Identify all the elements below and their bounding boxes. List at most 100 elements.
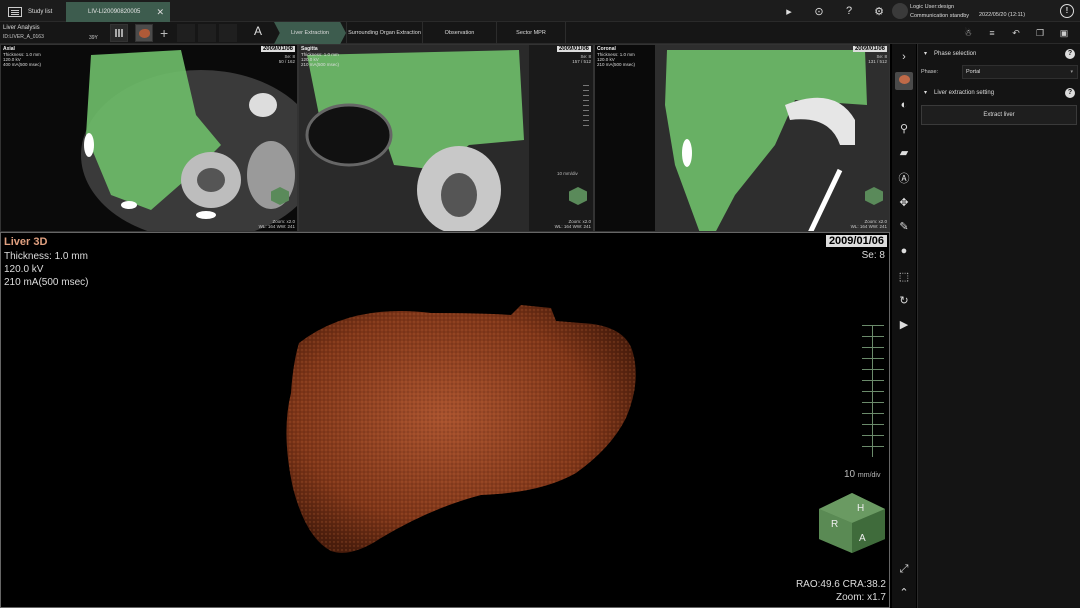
thickness: Thickness: 1.0 mm xyxy=(4,251,88,262)
gear-icon[interactable]: ⚙ xyxy=(872,4,886,18)
move-icon[interactable]: ✥ xyxy=(895,194,913,212)
phase-select[interactable]: Portal xyxy=(962,65,1078,79)
close-icon[interactable]: ✕ xyxy=(156,7,164,18)
cube-label-top: H xyxy=(857,503,865,514)
section-title: Liver extraction setting xyxy=(934,90,995,96)
view-angle: RAO:49.6 CRA:38.2 xyxy=(795,579,886,590)
empty-slot[interactable] xyxy=(177,24,195,42)
extract-liver-button[interactable]: Extract liver xyxy=(921,105,1077,125)
toolbar: Liver Analysis ID:LIVER_A_0163 39Y + A L… xyxy=(0,22,1080,44)
study-list-icon xyxy=(8,7,22,17)
zoom: Zoom: x1.7 xyxy=(835,592,886,603)
camera-icon[interactable]: ⊙ xyxy=(812,4,826,18)
tab-patient[interactable]: LIV-LI20090820005 ✕ xyxy=(66,2,170,22)
settings-panel: Phase selection ? Phase: Portal Liver ex… xyxy=(917,44,1080,608)
contrast-icon[interactable]: ◐ xyxy=(895,96,913,114)
coronal-view[interactable]: Coronal Thickness: 1.0 mm 120.0 kV 210 m… xyxy=(594,44,890,232)
scale-unit: mm/div xyxy=(857,472,881,479)
rotate-icon[interactable]: ↻ xyxy=(895,292,913,310)
scale-ruler xyxy=(862,325,884,457)
view-date: 2009/01/06 xyxy=(260,46,295,52)
scale-label: 10 mm/div xyxy=(557,171,578,176)
help-icon[interactable]: ? xyxy=(1065,88,1075,98)
step-liver-extraction[interactable]: Liver Extraction xyxy=(274,22,346,44)
window-level: WL: 164 WW: 241 xyxy=(258,224,295,229)
text-annotation-icon[interactable]: Ⓐ xyxy=(895,170,913,188)
undo-all-icon[interactable]: ↶ xyxy=(1008,25,1024,41)
tab-study-list[interactable]: Study list xyxy=(8,2,64,22)
help-icon[interactable]: ? xyxy=(1065,49,1075,59)
help-icon[interactable]: ? xyxy=(842,4,856,18)
sagittal-image xyxy=(299,45,593,231)
axial-image xyxy=(1,45,297,231)
series: Se: 8 xyxy=(861,250,885,261)
add-icon[interactable]: + xyxy=(160,25,168,41)
sphere-icon[interactable]: ● xyxy=(895,242,913,260)
avatar[interactable] xyxy=(892,3,908,19)
empty-slot[interactable] xyxy=(198,24,216,42)
view-date: 2009/01/06 xyxy=(825,235,887,247)
coronal-image xyxy=(595,45,889,231)
vertical-toolbar: › ◐ ⚲ ▰ Ⓐ ✥ ✎ ● ⬚ ↻ ▶ ⤢ ⌃ xyxy=(892,44,916,608)
scale-value: 10 xyxy=(844,469,856,480)
empty-slot[interactable] xyxy=(219,24,237,42)
scale-ruler xyxy=(583,85,589,130)
view-info: 210 mA(500 msec) xyxy=(301,62,340,67)
slice: 157 / 512 xyxy=(572,59,591,64)
user-name: Logic User:design xyxy=(910,4,955,10)
view-date: 2009/01/06 xyxy=(556,46,591,52)
step-label: Observation xyxy=(444,29,475,36)
kv: 120.0 kV xyxy=(4,264,44,275)
window-level: WL: 164 WW: 241 xyxy=(850,224,887,229)
view-date: 2009/01/06 xyxy=(852,46,887,52)
list-icon[interactable]: ≡ xyxy=(984,25,1000,41)
step-surrounding-organ[interactable]: Surrounding Organ Extraction xyxy=(346,22,422,44)
datetime: 2022/05/20 (12:11) xyxy=(979,12,1026,18)
phase-value: Portal xyxy=(966,69,981,75)
zoom-icon[interactable]: ⚲ xyxy=(895,120,913,138)
orientation-cube[interactable]: H R A xyxy=(817,491,887,555)
ruler-icon[interactable]: ▰ xyxy=(895,144,913,162)
annotation-tool-icon[interactable]: A xyxy=(248,24,268,42)
view-info: 400 mA(500 msec) xyxy=(3,62,42,67)
video-icon[interactable]: ▶ xyxy=(895,316,913,334)
cube-label-right: A xyxy=(859,533,866,544)
chevron-right-icon[interactable]: › xyxy=(895,48,913,66)
chevron-up-icon[interactable]: ⌃ xyxy=(895,584,913,602)
liver-3d-render xyxy=(286,305,636,553)
scale-label: 10 mm/div xyxy=(844,469,880,480)
axial-view[interactable]: Axial Thickness: 1.0 mm 120.0 kV 400 mA(… xyxy=(0,44,298,232)
step-label: Surrounding Organ Extraction xyxy=(348,29,421,36)
liver-icon[interactable] xyxy=(895,72,913,90)
window-level: WL: 164 WW: 241 xyxy=(554,224,591,229)
slice: 131 / 512 xyxy=(868,59,887,64)
probe-icon[interactable]: ✎ xyxy=(895,218,913,236)
user-status: Communication standby xyxy=(910,13,970,19)
cube-icon[interactable]: ⬚ xyxy=(895,268,913,286)
tab-study-list-label: Study list xyxy=(28,9,53,15)
title-bar: Study list LIV-LI20090820005 ✕ ▸ ⊙ ? ⚙ L… xyxy=(0,0,1080,22)
patient-age: 39Y xyxy=(89,35,98,41)
expand-icon[interactable]: ⤢ xyxy=(895,560,913,578)
liver-extraction-setting-header[interactable]: Liver extraction setting ? xyxy=(918,85,1080,101)
view-title: Liver 3D xyxy=(4,236,48,248)
cube-label-left: R xyxy=(831,519,839,530)
slice: 50 / 162 xyxy=(278,59,295,64)
copy-icon[interactable]: ❐ xyxy=(1032,25,1048,41)
view-info: 210 mA(500 msec) xyxy=(597,62,636,67)
phase-selection-header[interactable]: Phase selection ? xyxy=(918,46,1080,62)
ma: 210 mA(500 msec) xyxy=(4,277,89,288)
step-label: Sector MPR xyxy=(516,29,546,36)
tab-patient-label: LIV-LI20090820005 xyxy=(88,9,141,15)
liver-3d-view[interactable]: Liver 3D Thickness: 1.0 mm 120.0 kV 210 … xyxy=(0,232,890,608)
layout-grid-button[interactable] xyxy=(110,24,128,42)
person-icon[interactable]: ☃ xyxy=(960,25,976,41)
sagittal-view[interactable]: Sagitta Thickness: 1.0 mm 120.0 kV 210 m… xyxy=(298,44,594,232)
liver-series-button[interactable] xyxy=(135,24,153,42)
save-icon[interactable]: ▣ xyxy=(1056,25,1072,41)
info-icon[interactable]: ! xyxy=(1060,4,1074,18)
step-observation[interactable]: Observation xyxy=(422,22,496,44)
play-icon[interactable]: ▸ xyxy=(782,4,796,18)
step-sector-mpr[interactable]: Sector MPR xyxy=(496,22,566,44)
patient-id: ID:LIVER_A_0163 xyxy=(3,34,44,40)
